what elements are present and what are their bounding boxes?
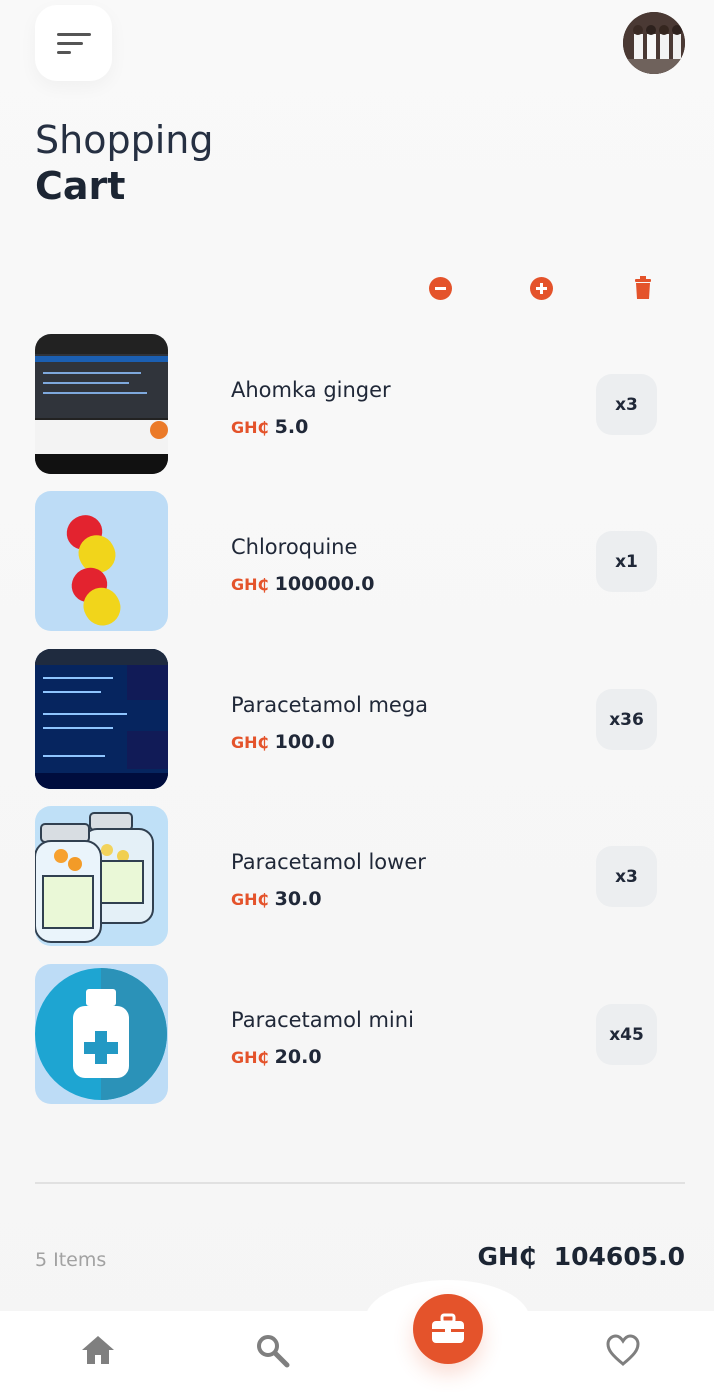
product-image [35, 649, 168, 789]
people-avatar-icon [623, 12, 685, 74]
menu-button[interactable] [35, 5, 112, 81]
summary-divider [35, 1182, 685, 1184]
product-price: GH₵ 100.0 [231, 731, 335, 753]
menu-icon [56, 31, 91, 55]
cart-nav-button[interactable] [413, 1294, 483, 1364]
search-nav-button[interactable] [252, 1332, 292, 1368]
plus-circle-icon [529, 276, 553, 300]
home-nav-button[interactable] [78, 1332, 118, 1368]
product-name: Paracetamol mega [231, 693, 429, 717]
product-price: GH₵ 30.0 [231, 888, 322, 910]
cart-item[interactable]: Paracetamol mega GH₵ 100.0 x36 [35, 649, 657, 789]
page-title-line2: Cart [35, 164, 126, 208]
product-image [35, 964, 168, 1104]
cart-total: GH₵ 104605.0 [477, 1242, 685, 1271]
search-icon [257, 1335, 290, 1368]
medicine-bottle-icon [35, 968, 167, 1100]
increase-quantity-button[interactable] [527, 274, 555, 302]
home-icon [82, 1336, 114, 1364]
cart-item[interactable]: Ahomka ginger GH₵ 5.0 x3 [35, 334, 657, 474]
product-name: Paracetamol mini [231, 1008, 414, 1032]
cart-item[interactable]: Chloroquine GH₵ 100000.0 x1 [35, 491, 657, 631]
minus-circle-icon [428, 276, 452, 300]
quantity-badge[interactable]: x3 [596, 846, 657, 907]
profile-avatar[interactable] [623, 12, 685, 74]
quantity-badge[interactable]: x45 [596, 1004, 657, 1065]
product-image [35, 806, 168, 946]
decrease-quantity-button[interactable] [426, 274, 454, 302]
shopping-cart-page: Shopping Cart Ahomka ginger GH₵ 5.0 x3 C… [0, 0, 714, 1392]
page-title-line1: Shopping [35, 118, 214, 162]
product-name: Paracetamol lower [231, 850, 426, 874]
product-image [35, 491, 168, 631]
cart-item[interactable]: Paracetamol mini GH₵ 20.0 x45 [35, 964, 657, 1104]
product-price: GH₵ 20.0 [231, 1046, 322, 1068]
quantity-badge[interactable]: x3 [596, 374, 657, 435]
quantity-badge[interactable]: x1 [596, 531, 657, 592]
product-name: Chloroquine [231, 535, 358, 559]
favorites-nav-button[interactable] [603, 1332, 643, 1368]
briefcase-icon [432, 1313, 464, 1343]
product-price: GH₵ 100000.0 [231, 573, 375, 595]
product-name: Ahomka ginger [231, 378, 391, 402]
cart-item[interactable]: Paracetamol lower GH₵ 30.0 x3 [35, 806, 657, 946]
product-price: GH₵ 5.0 [231, 416, 309, 438]
product-image [35, 334, 168, 474]
quantity-badge[interactable]: x36 [596, 689, 657, 750]
heart-icon [606, 1334, 640, 1366]
delete-item-button[interactable] [629, 274, 657, 302]
trash-icon [635, 276, 651, 299]
item-count: 5 Items [35, 1249, 107, 1271]
vitamin-bottles-icon [35, 812, 154, 943]
